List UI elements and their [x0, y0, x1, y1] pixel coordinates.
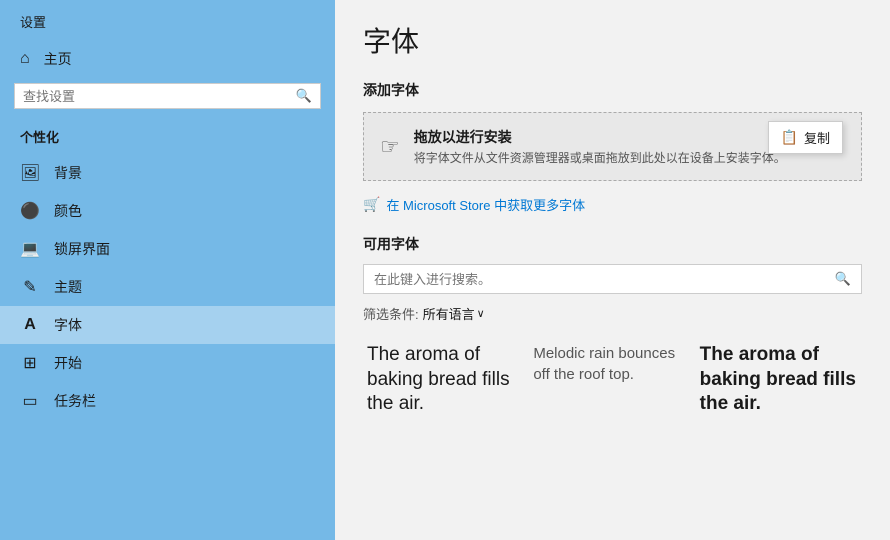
- sidebar-background-label: 背景: [54, 163, 82, 183]
- font-preview-3[interactable]: The aroma of baking bread fills the air.: [696, 337, 862, 423]
- font-search-icon: 🔍: [835, 271, 851, 287]
- sidebar-font-label: 字体: [54, 315, 82, 335]
- settings-search-box[interactable]: 🔍: [14, 83, 321, 109]
- store-icon: 🛒: [363, 196, 380, 213]
- sidebar-item-start[interactable]: ⊞ 开始: [0, 344, 335, 382]
- drag-icon: ☞: [380, 134, 400, 160]
- sidebar-theme-label: 主题: [54, 277, 82, 297]
- sidebar-color-label: 颜色: [54, 201, 82, 221]
- sidebar: 设置 ⌂ 主页 🔍 个性化 🖼 背景 ⚫ 颜色 💻 锁屏界面 ✎ 主题 A 字体…: [0, 0, 335, 540]
- sidebar-item-taskbar[interactable]: ▭ 任务栏: [0, 382, 335, 420]
- sidebar-item-home[interactable]: ⌂ 主页: [0, 39, 335, 79]
- lockscreen-icon: 💻: [20, 239, 40, 259]
- font-preview-2[interactable]: Melodic rain bounces off the roof top.: [529, 337, 695, 423]
- font-icon: A: [20, 316, 40, 334]
- sidebar-start-label: 开始: [54, 353, 82, 373]
- drop-zone[interactable]: ☞ 拖放以进行安装 将字体文件从文件资源管理器或桌面拖放到此处以在设备上安装字体…: [363, 112, 862, 181]
- drop-zone-text: 拖放以进行安装 将字体文件从文件资源管理器或桌面拖放到此处以在设备上安装字体。: [414, 127, 786, 166]
- copy-tooltip: 📋 复制: [768, 121, 843, 154]
- sidebar-item-lockscreen[interactable]: 💻 锁屏界面: [0, 230, 335, 268]
- font-preview-text-1: The aroma of baking bread fills the air.: [367, 343, 525, 417]
- theme-icon: ✎: [20, 277, 40, 297]
- add-font-heading: 添加字体: [363, 80, 862, 100]
- available-fonts-heading: 可用字体: [363, 234, 862, 254]
- background-icon: 🖼: [20, 163, 40, 183]
- filter-label: 筛选条件:: [363, 304, 419, 323]
- page-title: 字体: [363, 20, 862, 60]
- store-link[interactable]: 🛒 在 Microsoft Store 中获取更多字体: [363, 195, 862, 214]
- sidebar-item-background[interactable]: 🖼 背景: [0, 154, 335, 192]
- sidebar-item-color[interactable]: ⚫ 颜色: [0, 192, 335, 230]
- sidebar-lockscreen-label: 锁屏界面: [54, 239, 110, 259]
- sidebar-item-theme[interactable]: ✎ 主题: [0, 268, 335, 306]
- personalization-label: 个性化: [0, 121, 335, 154]
- start-icon: ⊞: [20, 353, 40, 373]
- sidebar-home-label: 主页: [44, 49, 72, 69]
- settings-title: 设置: [0, 0, 335, 39]
- drop-zone-subtitle: 将字体文件从文件资源管理器或桌面拖放到此处以在设备上安装字体。: [414, 149, 786, 166]
- drop-zone-title: 拖放以进行安装: [414, 127, 786, 147]
- copy-label: 复制: [804, 128, 830, 147]
- store-link-label: 在 Microsoft Store 中获取更多字体: [386, 195, 585, 214]
- sidebar-taskbar-label: 任务栏: [54, 391, 96, 411]
- font-search-box[interactable]: 🔍: [363, 264, 862, 294]
- taskbar-icon: ▭: [20, 391, 40, 411]
- search-icon: 🔍: [296, 88, 312, 104]
- filter-row: 筛选条件: 所有语言 ∨: [363, 304, 862, 323]
- main-content: 字体 添加字体 ☞ 拖放以进行安装 将字体文件从文件资源管理器或桌面拖放到此处以…: [335, 0, 890, 540]
- settings-search-input[interactable]: [23, 89, 296, 104]
- filter-value-text: 所有语言: [423, 304, 475, 323]
- font-preview-text-2: Melodic rain bounces off the roof top.: [533, 343, 691, 385]
- home-icon: ⌂: [20, 50, 30, 68]
- font-preview-grid: The aroma of baking bread fills the air.…: [363, 337, 862, 423]
- font-preview-text-3: The aroma of baking bread fills the air.: [700, 343, 858, 417]
- chevron-down-icon: ∨: [477, 307, 485, 320]
- filter-value-button[interactable]: 所有语言 ∨: [423, 304, 485, 323]
- color-icon: ⚫: [20, 201, 40, 221]
- sidebar-item-font[interactable]: A 字体: [0, 306, 335, 344]
- font-preview-1[interactable]: The aroma of baking bread fills the air.: [363, 337, 529, 423]
- font-search-input[interactable]: [374, 272, 835, 287]
- copy-icon: 📋: [781, 129, 798, 146]
